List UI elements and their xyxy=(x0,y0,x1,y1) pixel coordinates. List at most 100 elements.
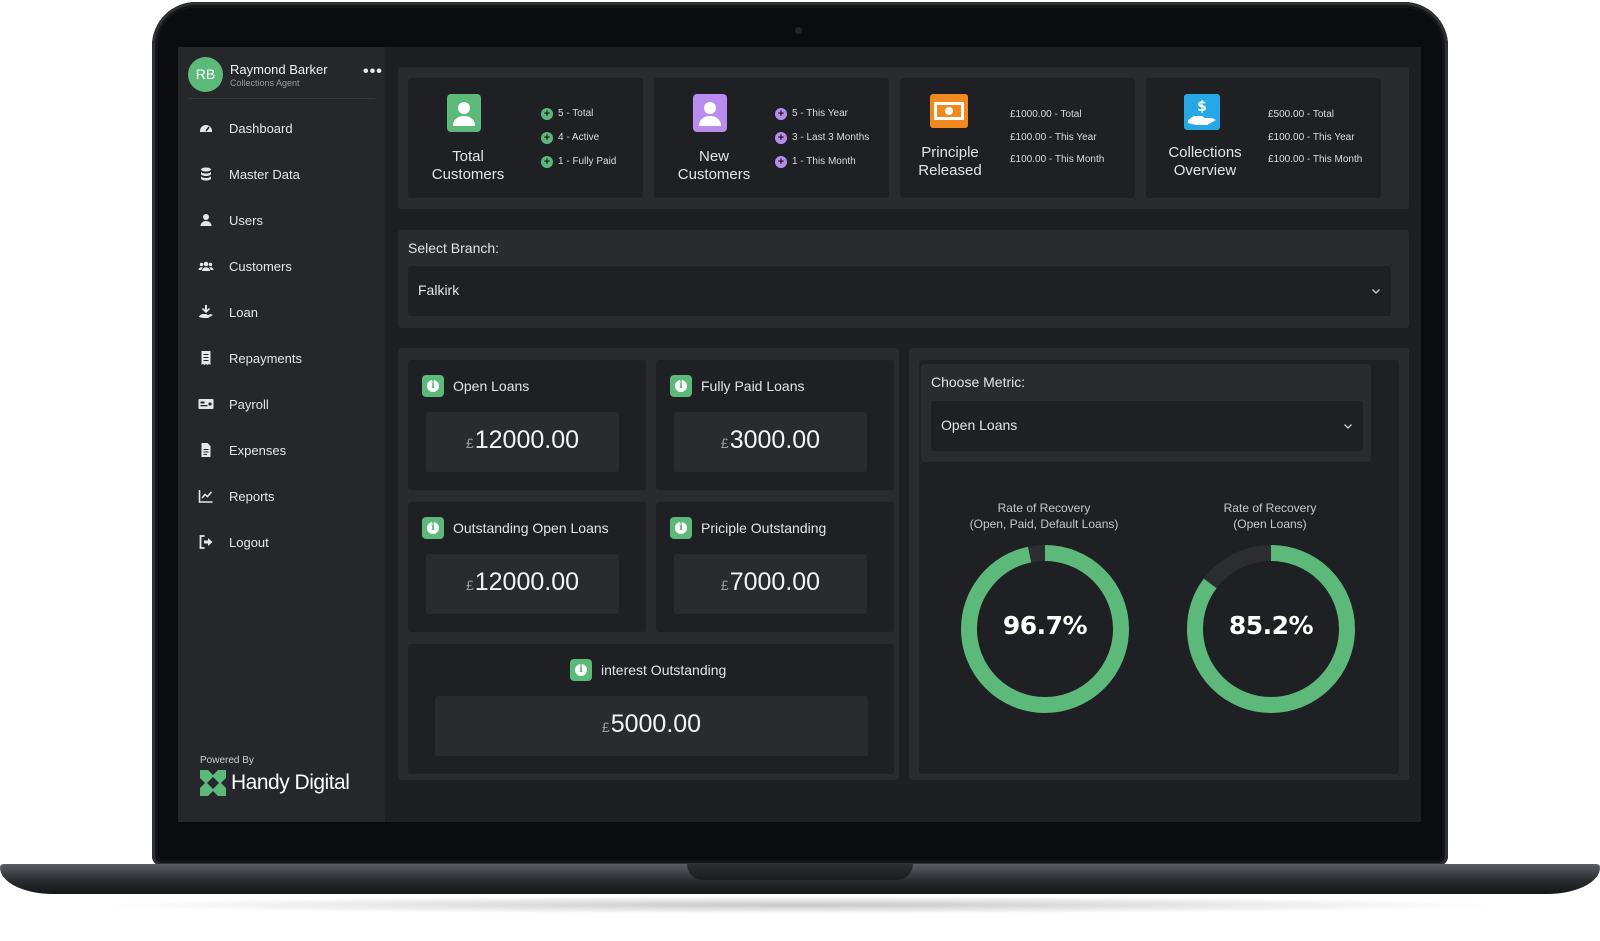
sidebar-item-customers[interactable]: Customers xyxy=(178,245,385,291)
info-icon: i xyxy=(422,517,444,539)
avatar[interactable]: RB xyxy=(188,57,223,92)
sidebar-item-label: Logout xyxy=(229,535,269,550)
new-customer-badge-icon xyxy=(693,94,727,132)
metric-value: 3000.00 xyxy=(729,426,821,454)
choose-metric-label: Choose Metric: xyxy=(931,374,1026,390)
stat-row-text: 1 - Fully Paid xyxy=(558,156,617,167)
recovery-donut: 96.7% xyxy=(959,543,1131,715)
sidebar-item-reports[interactable]: Reports xyxy=(178,475,385,521)
currency-symbol: £ xyxy=(601,719,610,735)
money-card-icon xyxy=(198,399,214,409)
stat-row-text: £100.00 - This Year xyxy=(1010,132,1097,143)
more-options-icon[interactable]: ••• xyxy=(363,63,383,81)
camera xyxy=(795,27,802,34)
sidebar-item-label: Reports xyxy=(229,489,275,504)
new-customers-card[interactable]: New Customers +5 - This Year +3 - Last 3… xyxy=(654,78,889,198)
recovery-title-line: Rate of Recovery xyxy=(997,501,1091,515)
sidebar-item-repayments[interactable]: Repayments xyxy=(178,337,385,383)
laptop-notch xyxy=(687,864,913,880)
recovery-donut: 85.2% xyxy=(1185,543,1357,715)
hand-coin-icon xyxy=(199,305,213,318)
stat-title: New Customers xyxy=(654,148,774,184)
sidebar-item-payroll[interactable]: Payroll xyxy=(178,383,385,429)
sidebar-item-loan[interactable]: Loan xyxy=(178,291,385,337)
info-icon: i xyxy=(670,375,692,397)
stat-row-text: £500.00 - Total xyxy=(1268,109,1334,120)
metric-value-box: £7000.00 xyxy=(674,554,867,614)
svg-text:$: $ xyxy=(1197,99,1207,115)
powered-by-label: Powered By xyxy=(200,755,254,766)
fully-paid-loans-card[interactable]: i Fully Paid Loans £3000.00 xyxy=(656,360,894,490)
sidebar-item-dashboard[interactable]: Dashboard xyxy=(178,107,385,153)
sidebar-item-label: Payroll xyxy=(229,397,269,412)
chart-line-icon xyxy=(198,490,213,503)
stats-panel: Total Customers +5 - Total +4 - Active +… xyxy=(398,67,1409,209)
laptop-shadow xyxy=(90,896,1510,914)
principle-released-card[interactable]: Principle Released £1000.00 - Total £100… xyxy=(900,78,1135,198)
metric-value-box: £12000.00 xyxy=(426,554,619,614)
sidebar-item-label: Users xyxy=(229,213,263,228)
stat-title: Total Customers xyxy=(408,148,528,184)
sidebar-item-label: Customers xyxy=(229,259,292,274)
info-icon: i xyxy=(422,375,444,397)
stat-row-text: 4 - Active xyxy=(558,132,600,143)
stat-title-line: Released xyxy=(918,162,982,179)
chevron-down-icon xyxy=(1344,424,1352,429)
sidebar-item-expenses[interactable]: Expenses xyxy=(178,429,385,475)
choose-metric-box: Choose Metric: Open Loans xyxy=(921,364,1371,462)
sidebar-nav: Dashboard Master Data Users Customers Lo… xyxy=(178,107,385,567)
outstanding-open-loans-card[interactable]: i Outstanding Open Loans £12000.00 xyxy=(408,502,646,632)
stat-row-text: 5 - This Year xyxy=(792,108,848,119)
sidebar-item-master-data[interactable]: Master Data xyxy=(178,153,385,199)
user-profile: RB Raymond Barker Collections Agent ••• xyxy=(188,57,382,99)
recovery-title-line: Rate of Recovery xyxy=(1223,501,1317,515)
metric-select[interactable]: Open Loans xyxy=(931,401,1363,451)
recovery-title: Rate of Recovery (Open, Paid, Default Lo… xyxy=(939,500,1149,532)
plus-circle-icon: + xyxy=(775,108,787,120)
logout-icon xyxy=(199,535,213,549)
plus-circle-icon: + xyxy=(775,156,787,168)
stat-title-line: Total xyxy=(452,148,484,165)
sidebar-item-label: Dashboard xyxy=(229,121,293,136)
sidebar-item-label: Loan xyxy=(229,305,258,320)
branch-select[interactable]: Falkirk xyxy=(408,266,1391,316)
interest-outstanding-card[interactable]: i interest Outstanding £5000.00 xyxy=(408,644,894,774)
currency-symbol: £ xyxy=(465,577,474,593)
currency-symbol: £ xyxy=(465,435,474,451)
open-loans-card[interactable]: i Open Loans £12000.00 xyxy=(408,360,646,490)
recovery-panel: Choose Metric: Open Loans Rate of Recove… xyxy=(909,348,1409,780)
users-icon xyxy=(198,261,214,271)
stat-title-line: Overview xyxy=(1173,162,1237,179)
metric-value-box: £5000.00 xyxy=(435,696,868,756)
user-name: Raymond Barker xyxy=(230,62,328,77)
collections-overview-card[interactable]: $ Collections Overview £500.00 - Total £… xyxy=(1146,78,1381,198)
database-icon xyxy=(201,167,211,181)
sidebar-item-users[interactable]: Users xyxy=(178,199,385,245)
branch-panel: Select Branch: Falkirk xyxy=(398,230,1409,328)
total-customers-card[interactable]: Total Customers +5 - Total +4 - Active +… xyxy=(408,78,643,198)
stat-title-line: Collections xyxy=(1168,144,1242,161)
sidebar-item-label: Repayments xyxy=(229,351,302,366)
metric-title: Priciple Outstanding xyxy=(701,520,827,536)
recovery-title-line: (Open Loans) xyxy=(1233,517,1307,531)
metric-value-box: £3000.00 xyxy=(674,412,867,472)
metric-value: 7000.00 xyxy=(729,568,821,596)
handy-digital-logo-icon xyxy=(200,770,226,796)
metric-value-box: £12000.00 xyxy=(426,412,619,472)
branch-select-value: Falkirk xyxy=(418,282,460,298)
metric-value: 5000.00 xyxy=(610,710,702,738)
sidebar-item-logout[interactable]: Logout xyxy=(178,521,385,567)
donut-value: 85.2% xyxy=(1228,611,1314,640)
metric-value: 12000.00 xyxy=(474,568,580,596)
plus-circle-icon: + xyxy=(541,156,553,168)
sidebar-item-label: Master Data xyxy=(229,167,300,182)
app-screen: RB Raymond Barker Collections Agent ••• … xyxy=(178,47,1421,822)
stat-title-line: Principle xyxy=(921,144,979,161)
recovery-title: Rate of Recovery (Open Loans) xyxy=(1175,500,1365,532)
file-icon xyxy=(201,443,211,457)
branch-label: Select Branch: xyxy=(408,240,500,256)
priciple-outstanding-card[interactable]: i Priciple Outstanding £7000.00 xyxy=(656,502,894,632)
stat-title-line: Customers xyxy=(431,166,505,183)
loans-panel: i Open Loans £12000.00 i Fully Paid Loan… xyxy=(398,348,899,780)
metric-value: 12000.00 xyxy=(474,426,580,454)
